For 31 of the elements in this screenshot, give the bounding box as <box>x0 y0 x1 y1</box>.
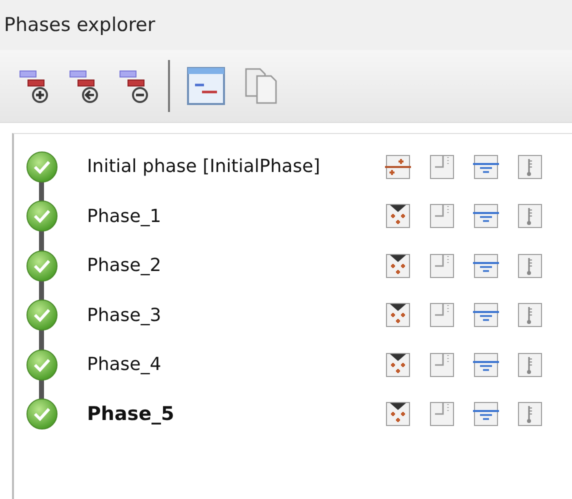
phase-name[interactable]: Phase_2 <box>87 255 385 276</box>
soil-icon <box>385 352 411 378</box>
water-level-icon <box>473 302 499 328</box>
thermometer-icon <box>517 302 543 328</box>
page-corner-icon <box>429 203 455 230</box>
water-level-icon <box>473 252 499 279</box>
water-level-icon <box>473 352 499 378</box>
phase-name[interactable]: Initial phase [InitialPhase] <box>87 156 385 178</box>
window-icon <box>186 66 226 106</box>
soil-icon <box>385 252 411 279</box>
soil-icon <box>385 302 411 328</box>
page-corner-icon <box>429 302 455 328</box>
phase-name[interactable]: Phase_3 <box>87 304 385 326</box>
page-corner-icon <box>429 352 455 378</box>
page-corner-icon <box>429 401 455 428</box>
thermometer-icon <box>517 252 543 279</box>
thermometer-icon <box>517 203 543 230</box>
thermometer-icon <box>517 401 543 428</box>
phase-name[interactable]: Phase_4 <box>87 354 385 376</box>
soil-icon <box>385 401 411 428</box>
soil-icon <box>385 203 411 230</box>
panel-title: Phases explorer <box>0 0 572 50</box>
water-level-icon <box>473 203 499 230</box>
water-level-icon <box>473 401 499 428</box>
page-corner-icon <box>429 154 455 180</box>
page-corner-icon <box>429 252 455 279</box>
phase-name[interactable]: Phase_1 <box>87 206 385 227</box>
water-level-icon <box>473 154 499 180</box>
thermometer-icon <box>517 154 543 180</box>
thermometer-icon <box>517 352 543 378</box>
phase-name[interactable]: Phase_5 <box>87 403 385 426</box>
